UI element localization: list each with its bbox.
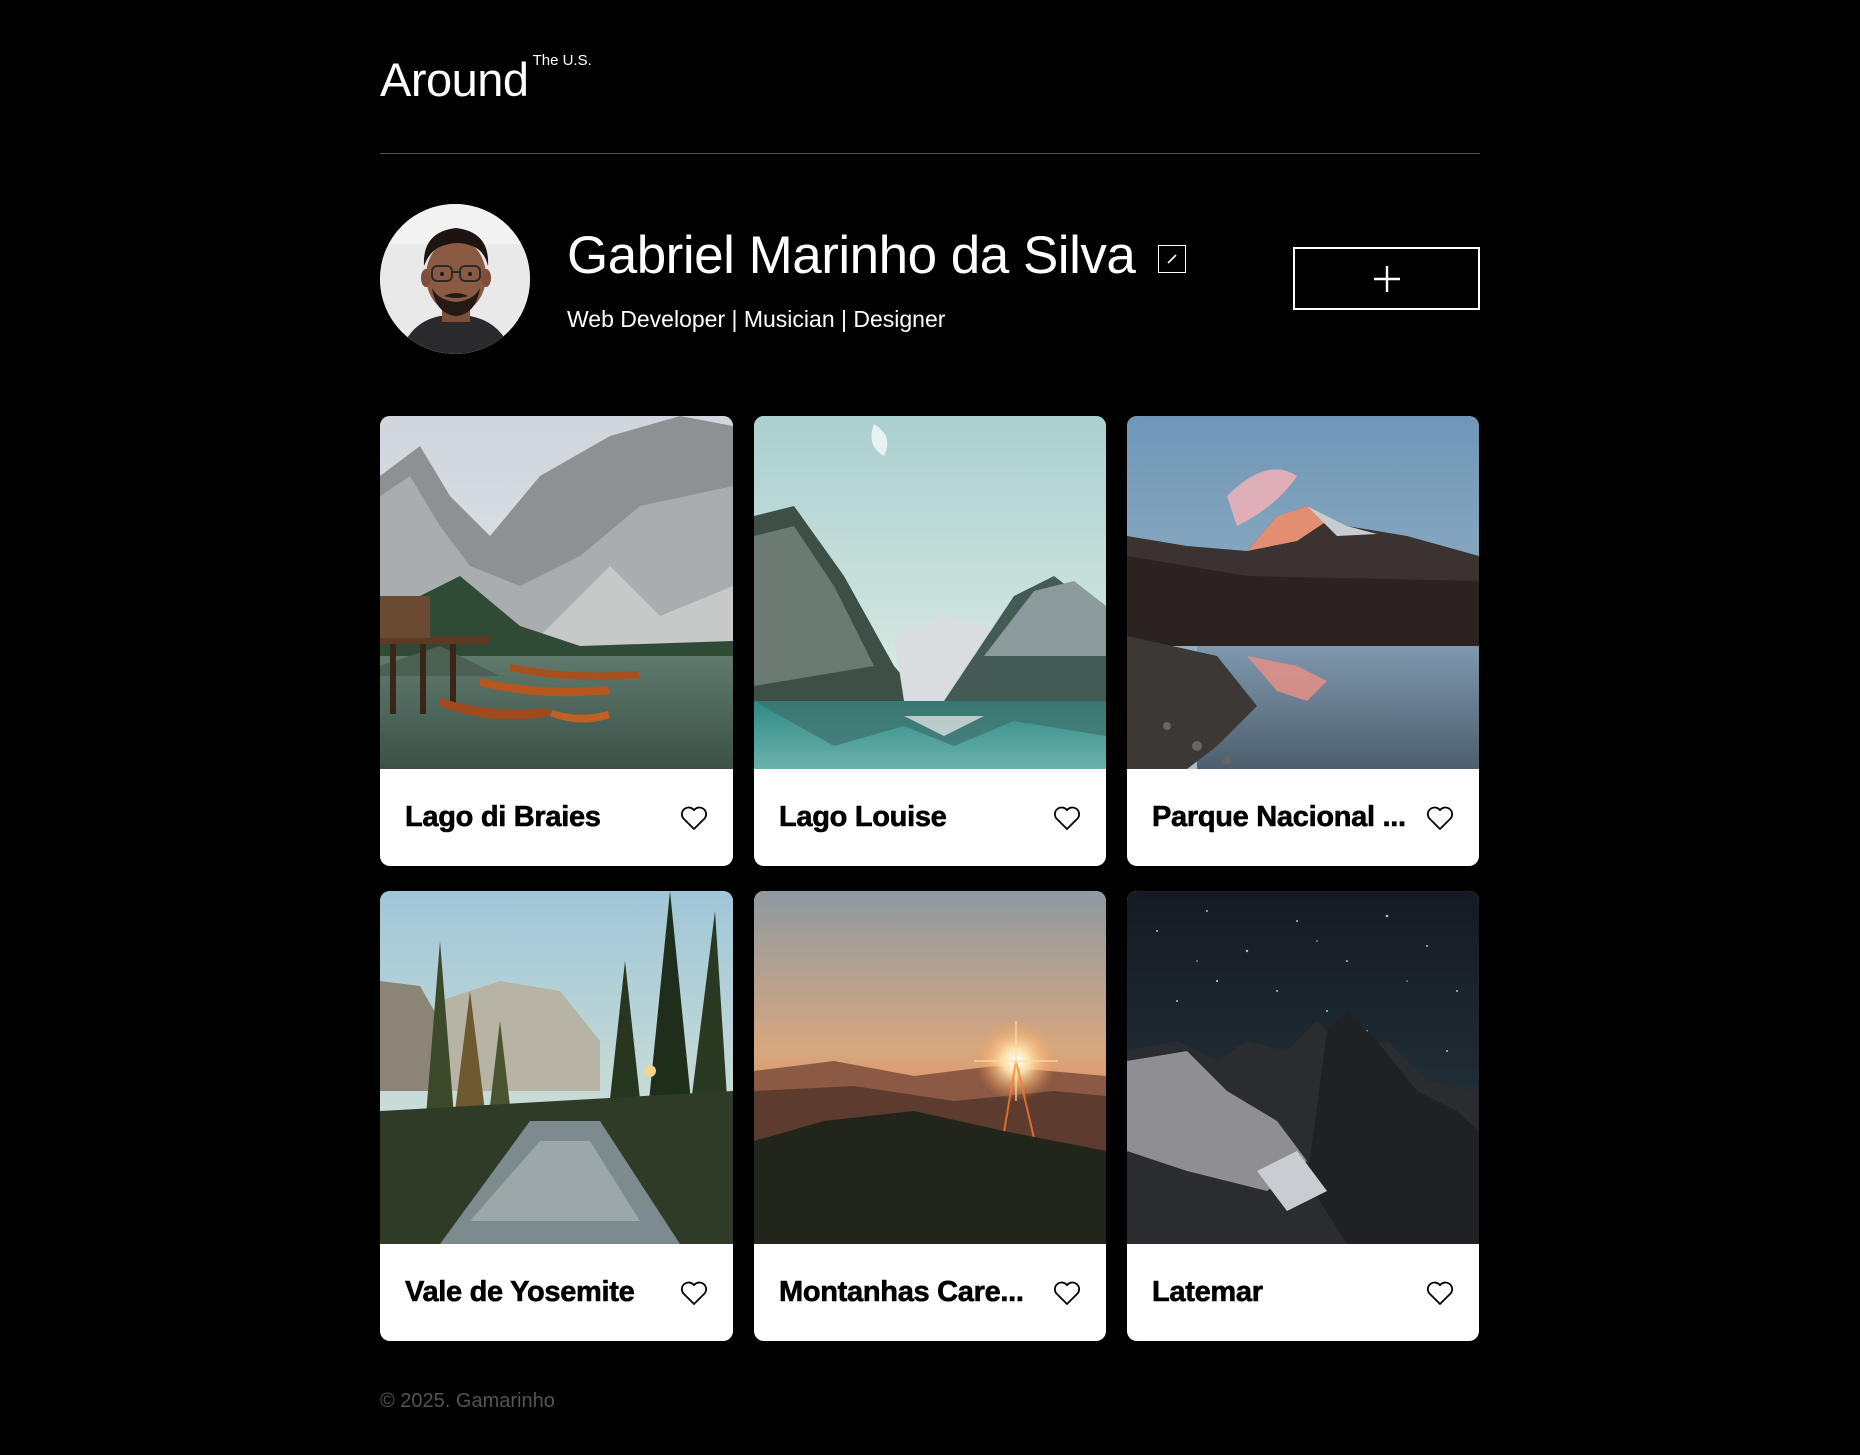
header-divider [380,153,1480,154]
card-image[interactable] [380,891,733,1244]
heart-outline-icon [1053,806,1081,830]
heart-outline-icon [680,1281,708,1305]
card-footer: Lago di Braies [380,769,733,866]
place-card: Vale de Yosemite [380,891,733,1341]
card-image[interactable] [754,416,1106,769]
place-card: Parque Nacional ... [1127,416,1479,866]
card-title: Lago Louise [779,801,947,833]
place-card: Lago Louise [754,416,1106,866]
like-button[interactable] [679,803,709,833]
heart-outline-icon [1426,806,1454,830]
card-footer: Lago Louise [754,769,1106,866]
profile: Gabriel Marinho da Silva Web Developer |… [380,204,1480,354]
card-title: Latemar [1152,1276,1263,1308]
card-footer: Montanhas Care... [754,1244,1106,1341]
heart-outline-icon [1426,1281,1454,1305]
card-footer: Latemar [1127,1244,1479,1341]
profile-name-row: Gabriel Marinho da Silva [567,224,1187,288]
add-place-button[interactable] [1293,247,1480,310]
avatar[interactable] [380,204,530,354]
pencil-icon [1167,254,1177,264]
card-footer: Vale de Yosemite [380,1244,733,1341]
logo: Around The U.S. [380,48,592,112]
place-card: Montanhas Care... [754,891,1106,1341]
like-button[interactable] [1425,803,1455,833]
avatar-image [380,204,530,354]
card-title: Montanhas Care... [779,1276,1024,1308]
profile-description: Web Developer | Musician | Designer [567,306,946,332]
heart-outline-icon [1053,1281,1081,1305]
card-image[interactable] [1127,416,1479,769]
header: Around The U.S. [380,48,1480,108]
profile-name: Gabriel Marinho da Silva [567,226,1136,285]
places-grid: Lago di Braies Lago Louise Parque Nacion… [380,416,1480,1341]
card-image[interactable] [1127,891,1479,1244]
plus-icon [1373,265,1400,292]
footer-copyright: © 2025. Gamarinho [380,1390,555,1412]
edit-profile-button[interactable] [1158,245,1187,273]
logo-main: Around [380,53,529,106]
logo-superscript: The U.S. [532,52,592,69]
place-card: Latemar [1127,891,1479,1341]
card-footer: Parque Nacional ... [1127,769,1479,866]
like-button[interactable] [679,1278,709,1308]
card-title: Vale de Yosemite [405,1276,635,1308]
like-button[interactable] [1425,1278,1455,1308]
like-button[interactable] [1052,1278,1082,1308]
card-image[interactable] [380,416,733,769]
card-title: Lago di Braies [405,801,601,833]
card-title: Parque Nacional ... [1152,801,1406,833]
like-button[interactable] [1052,803,1082,833]
heart-outline-icon [680,806,708,830]
card-image[interactable] [754,891,1106,1244]
place-card: Lago di Braies [380,416,733,866]
